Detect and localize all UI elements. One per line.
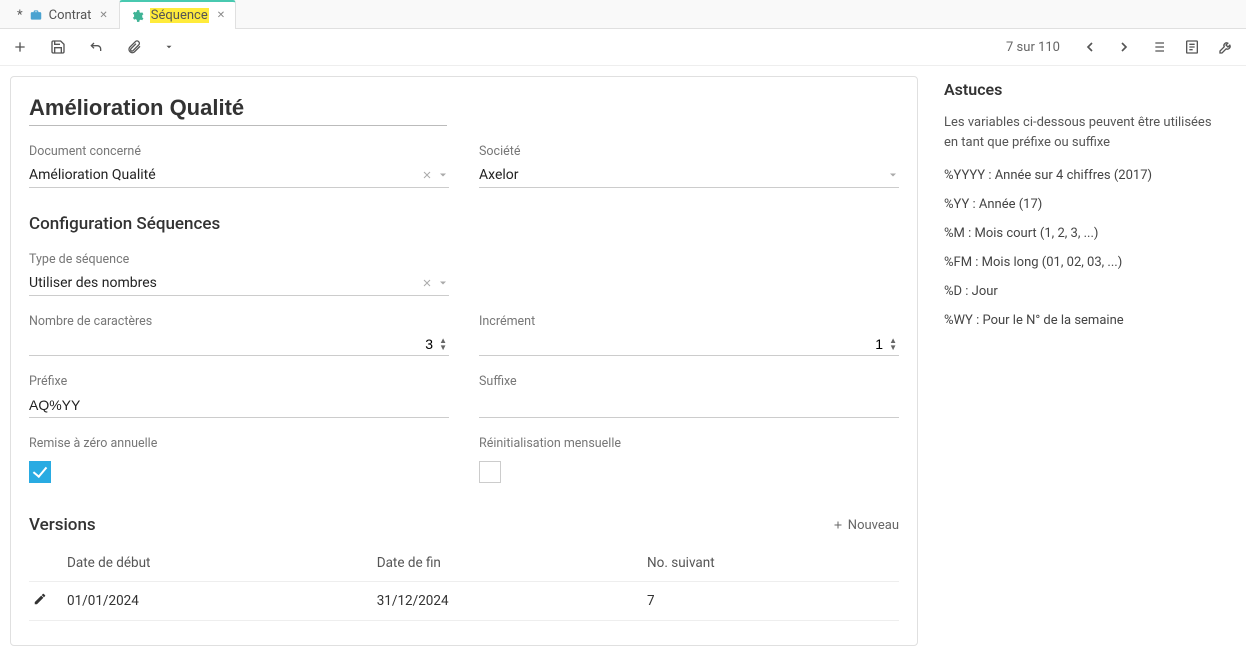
clear-icon[interactable] [421, 277, 433, 289]
hints-title: Astuces [944, 80, 1228, 99]
prefix-label: Préfixe [29, 374, 449, 389]
tab-sequence[interactable]: Séquence ✕ [119, 0, 236, 29]
close-icon[interactable]: ✕ [99, 10, 107, 21]
prefix-input[interactable] [29, 395, 449, 415]
increment-input[interactable]: ▲▼ [479, 333, 899, 356]
hint-line: %M : Mois court (1, 2, 3, ...) [944, 226, 1228, 241]
pager-text: 7 sur 110 [1006, 40, 1060, 55]
suffix-label: Suffixe [479, 374, 899, 389]
hint-line: %D : Jour [944, 284, 1228, 299]
toolbar: 7 sur 110 [0, 29, 1246, 66]
clear-icon[interactable] [421, 169, 433, 181]
company-value: Axelor [479, 165, 883, 185]
seqtype-value: Utiliser des nombres [29, 273, 417, 293]
back-button[interactable] [88, 39, 104, 55]
chevron-down-icon[interactable] [887, 169, 899, 181]
form-card: Document concerné Amélioration Qualité S… [10, 76, 918, 646]
gear-icon [130, 9, 144, 23]
form-view-icon[interactable] [1184, 39, 1200, 55]
list-view-icon[interactable] [1150, 39, 1166, 55]
monthly-reset-checkbox[interactable] [479, 461, 501, 483]
stepper[interactable]: ▲▼ [889, 337, 897, 351]
cell-start: 01/01/2024 [63, 582, 373, 621]
document-label: Document concerné [29, 144, 449, 159]
col-next: No. suivant [643, 545, 899, 582]
tab-dirty-marker: * [17, 8, 23, 23]
yearly-label: Remise à zéro annuelle [29, 436, 449, 451]
add-button[interactable] [12, 39, 28, 55]
pager-prev[interactable] [1082, 39, 1098, 55]
new-version-button[interactable]: Nouveau [832, 518, 899, 533]
hint-line: %YY : Année (17) [944, 197, 1228, 212]
monthly-label: Réinitialisation mensuelle [479, 436, 899, 451]
pencil-icon [33, 592, 47, 606]
chevron-down-icon[interactable] [437, 169, 449, 181]
plus-icon [832, 519, 844, 531]
record-title[interactable] [29, 91, 447, 126]
increment-value[interactable] [481, 335, 885, 353]
edit-row-button[interactable] [29, 582, 63, 621]
nbchar-value[interactable] [31, 335, 435, 353]
nbchar-input[interactable]: ▲▼ [29, 333, 449, 356]
hints-intro: Les variables ci-dessous peuvent être ut… [944, 113, 1228, 152]
hint-line: %YYYY : Année sur 4 chiffres (2017) [944, 168, 1228, 183]
company-label: Société [479, 144, 899, 159]
yearly-reset-checkbox[interactable] [29, 461, 51, 483]
document-select[interactable]: Amélioration Qualité [29, 163, 449, 188]
seqtype-select[interactable]: Utiliser des nombres [29, 271, 449, 296]
more-menu[interactable] [164, 42, 174, 52]
pager-next[interactable] [1116, 39, 1132, 55]
new-version-label: Nouveau [848, 518, 899, 533]
cell-end: 31/12/2024 [373, 582, 643, 621]
save-button[interactable] [50, 39, 66, 55]
increment-label: Incrément [479, 314, 899, 329]
hint-line: %WY : Pour le N° de la semaine [944, 313, 1228, 328]
tab-bar: * Contrat ✕ Séquence ✕ [0, 0, 1246, 29]
close-icon[interactable]: ✕ [217, 10, 225, 21]
col-start: Date de début [63, 545, 373, 582]
briefcase-icon [29, 8, 43, 22]
tab-label: Contrat [49, 8, 92, 23]
document-value: Amélioration Qualité [29, 165, 417, 185]
col-end: Date de fin [373, 545, 643, 582]
hints-panel: Astuces Les variables ci-dessous peuvent… [936, 76, 1236, 346]
seqtype-label: Type de séquence [29, 252, 449, 267]
company-select[interactable]: Axelor [479, 163, 899, 188]
suffix-input[interactable] [479, 395, 899, 415]
attachment-button[interactable] [126, 39, 142, 55]
tab-contrat[interactable]: * Contrat ✕ [6, 0, 119, 29]
tools-icon[interactable] [1218, 39, 1234, 55]
versions-table: Date de début Date de fin No. suivant 01… [29, 545, 899, 621]
stepper[interactable]: ▲▼ [439, 337, 447, 351]
hint-line: %FM : Mois long (01, 02, 03, ...) [944, 255, 1228, 270]
cell-next: 7 [643, 582, 899, 621]
config-section-title: Configuration Séquences [29, 214, 899, 234]
table-row[interactable]: 01/01/2024 31/12/2024 7 [29, 582, 899, 621]
tab-label: Séquence [150, 8, 209, 23]
versions-title: Versions [29, 515, 96, 535]
nbchar-label: Nombre de caractères [29, 314, 449, 329]
chevron-down-icon[interactable] [437, 277, 449, 289]
